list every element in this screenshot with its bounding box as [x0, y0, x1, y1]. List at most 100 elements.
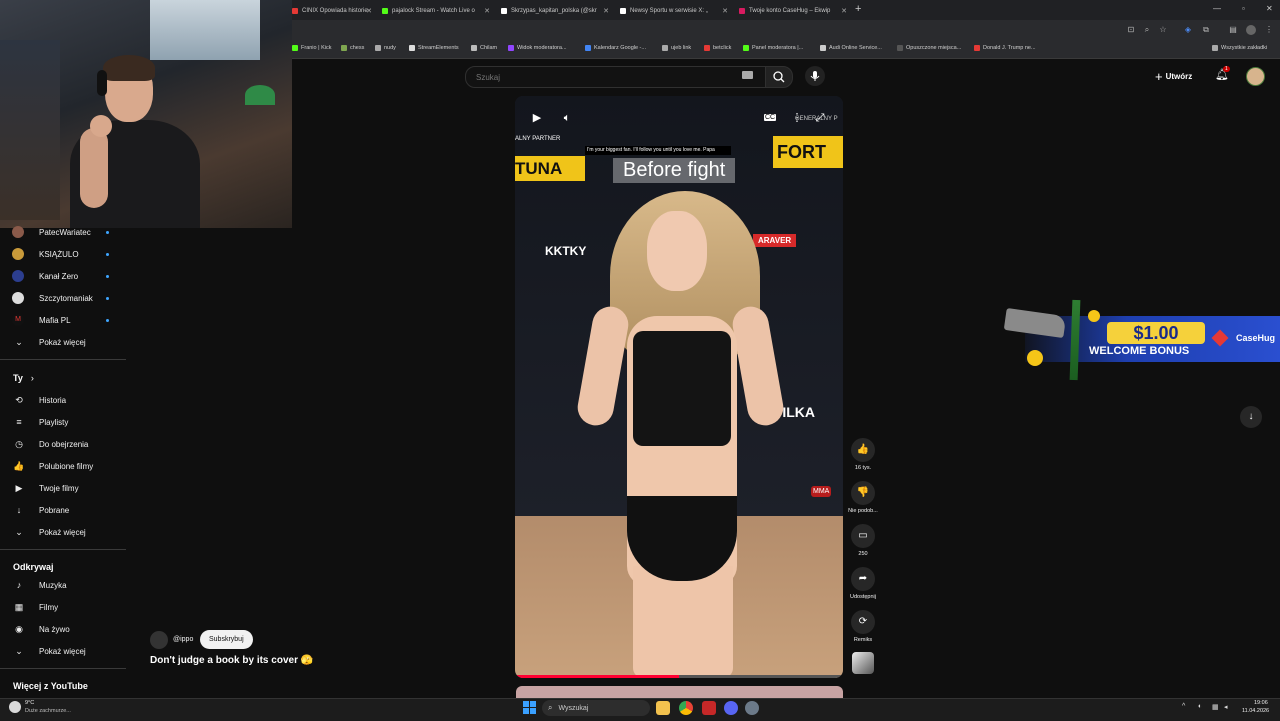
dislike-button[interactable]: 👎 Nie podob...	[846, 481, 880, 514]
sidebar-item-your-videos[interactable]: ▶ Twoje filmy	[0, 477, 126, 499]
sidebar-item-music[interactable]: ♪ Muzyka	[0, 574, 126, 596]
search-button[interactable]	[765, 66, 793, 88]
bookmark-item[interactable]: Donald J. Trump ne...	[974, 45, 1036, 51]
next-video-preview[interactable]	[516, 686, 843, 698]
keyboard-layout-icon[interactable]: ▦	[1212, 703, 1219, 711]
avatar[interactable]	[1246, 67, 1265, 86]
bookmark-item[interactable]: Kalendarz Google -...	[585, 45, 646, 51]
bookmark-item[interactable]: nudy	[375, 45, 396, 51]
app-icon[interactable]	[702, 701, 716, 715]
all-bookmarks[interactable]: Wszystkie zakładki	[1212, 45, 1267, 51]
close-icon[interactable]: ✕	[603, 7, 609, 15]
search-input[interactable]	[474, 72, 728, 83]
close-icon[interactable]: ✕	[722, 7, 728, 15]
search-box[interactable]	[465, 66, 767, 88]
browser-tab[interactable]: pajalock Stream - Watch Live o ✕	[382, 3, 490, 18]
casehug-ad-overlay[interactable]: $1.00 WELCOME BONUS CaseHug	[1003, 299, 1280, 385]
play-icon[interactable]: ▶	[527, 108, 547, 128]
keyboard-icon[interactable]	[742, 71, 753, 79]
channel-handle[interactable]: @ippo	[173, 636, 193, 643]
like-button[interactable]: 👍 16 tys.	[846, 438, 880, 471]
sidebar-item-watch-later[interactable]: ◷ Do obejrzenia	[0, 433, 126, 455]
extension-icon[interactable]: ◈	[1183, 25, 1193, 35]
windows-start-icon[interactable]	[523, 701, 536, 714]
sidebar-show-more[interactable]: ⌄ Pokaż więcej	[0, 331, 126, 353]
discord-icon[interactable]	[724, 701, 738, 715]
bookmark-item[interactable]: chess	[341, 45, 364, 51]
new-tab-button[interactable]: +	[855, 3, 861, 15]
browser-tab[interactable]: Newsy Sportu w serwisie X: „ ✕	[620, 3, 728, 18]
volume-icon[interactable]: 🔈︎	[557, 108, 577, 128]
browser-tab[interactable]: Skrzypas_kapitan_polska (@skr ✕	[501, 3, 609, 18]
video-progress-bar[interactable]	[515, 675, 843, 678]
close-icon[interactable]: ✕	[484, 7, 490, 15]
bookmark-item[interactable]: Audi Online Service...	[820, 45, 882, 51]
sidebar-subscription[interactable]: M Mafia PL	[0, 309, 126, 331]
sidebar-show-more[interactable]: ⌄ Pokaż więcej	[0, 521, 126, 543]
bookmark-item[interactable]: Franio | Kick	[292, 45, 331, 51]
sidebar-item-films[interactable]: ▦ Filmy	[0, 596, 126, 618]
profile-avatar[interactable]	[1246, 25, 1256, 35]
captions-icon[interactable]: CC	[760, 108, 780, 128]
sidebar-section-you[interactable]: Ty ›	[13, 373, 34, 383]
star-icon[interactable]: ☆	[1158, 25, 1168, 35]
weather-icon[interactable]	[9, 701, 21, 713]
bookmark-item[interactable]: Panel moderatora |...	[743, 45, 803, 51]
remix-button[interactable]: ⟳ Remiks	[846, 610, 880, 643]
sidepanel-icon[interactable]: ▤	[1228, 25, 1238, 35]
sidebar-item-live[interactable]: ◉ Na żywo	[0, 618, 126, 640]
voice-search-button[interactable]	[805, 66, 825, 86]
avatar[interactable]	[150, 631, 168, 649]
live-icon: ◉	[15, 623, 23, 634]
sidebar-item-downloads[interactable]: ↓ Pobrane	[0, 499, 126, 521]
zoom-icon[interactable]: ⌕	[1142, 25, 1152, 35]
tab-favicon	[620, 7, 626, 14]
sound-thumbnail[interactable]	[852, 652, 874, 674]
sidebar-subscription[interactable]: Szczytomaniak	[0, 287, 126, 309]
sidebar-show-more[interactable]: ⌄ Pokaż więcej	[0, 640, 126, 662]
sidebar-subscription[interactable]: PatecWariatec	[0, 221, 126, 243]
sidebar-subscription[interactable]: KSIĄŻULO	[0, 243, 126, 265]
bookmark-item[interactable]: ujeb link	[662, 45, 691, 51]
close-icon[interactable]: ✕	[366, 7, 372, 15]
speaker-icon[interactable]: ◂	[1224, 703, 1228, 711]
partner-label: ALNY PARTNER	[515, 136, 561, 142]
bookmark-favicon	[508, 45, 514, 51]
menu-icon[interactable]: ⋮	[1264, 25, 1274, 35]
extensions-puzzle-icon[interactable]: ⧉	[1201, 25, 1211, 35]
maximize-icon[interactable]: ▫	[1242, 4, 1245, 13]
browser-tab[interactable]: Twoje konto CaseHug – Ekwip ✕	[739, 3, 847, 18]
sidebar-item-history[interactable]: ⟲ Historia	[0, 389, 126, 411]
shorts-video-player[interactable]: TUNA FORT ALNY PARTNER GENERALNY P KKTKY…	[515, 96, 843, 678]
file-explorer-icon[interactable]	[656, 701, 670, 715]
share-button[interactable]: ➦ Udostępnij	[846, 567, 880, 600]
more-options-icon[interactable]: ⋮	[787, 108, 807, 128]
scroll-down-button[interactable]: ↓	[1240, 406, 1262, 428]
browser-tab[interactable]: CINIX Opowiada historie ✕	[292, 3, 372, 18]
close-icon[interactable]: ✕	[841, 7, 847, 15]
create-button[interactable]: + Utwórz	[1155, 66, 1192, 86]
bookmark-item[interactable]: betclick	[704, 45, 731, 51]
subscribe-button[interactable]: Subskrybuj	[200, 630, 253, 649]
comments-button[interactable]: ▭ 250	[846, 524, 880, 557]
bookmark-item[interactable]: Chilam	[471, 45, 497, 51]
bookmark-item[interactable]: Widok moderatora...	[508, 45, 567, 51]
chevron-down-icon: ⌄	[15, 526, 23, 537]
close-window-icon[interactable]: ✕	[1266, 4, 1273, 13]
install-icon[interactable]: ⊡	[1126, 25, 1136, 35]
sidebar-item-liked[interactable]: 👍 Polubione filmy	[0, 455, 126, 477]
clock-date[interactable]: 11.04.2026	[1242, 708, 1269, 714]
notifications-button[interactable]: 🔔︎ 1	[1215, 66, 1230, 81]
bookmark-item[interactable]: StreamElements	[409, 45, 459, 51]
mic-tray-icon[interactable]: ◐	[1198, 703, 1202, 710]
taskbar-search[interactable]: ⌕ Wyszukaj	[542, 700, 650, 716]
sidebar-item-playlists[interactable]: ≡ Playlisty	[0, 411, 126, 433]
settings-icon[interactable]	[745, 701, 759, 715]
clock-time[interactable]: 19:06	[1254, 700, 1268, 706]
bookmark-item[interactable]: Opuszczone miejsca...	[897, 45, 961, 51]
tray-chevron-icon[interactable]: ^	[1182, 703, 1185, 710]
minimize-icon[interactable]: —	[1213, 4, 1221, 13]
sidebar-subscription[interactable]: Kanał Zero	[0, 265, 126, 287]
chrome-icon[interactable]	[679, 701, 693, 715]
fullscreen-icon[interactable]: ⤢	[810, 108, 830, 128]
